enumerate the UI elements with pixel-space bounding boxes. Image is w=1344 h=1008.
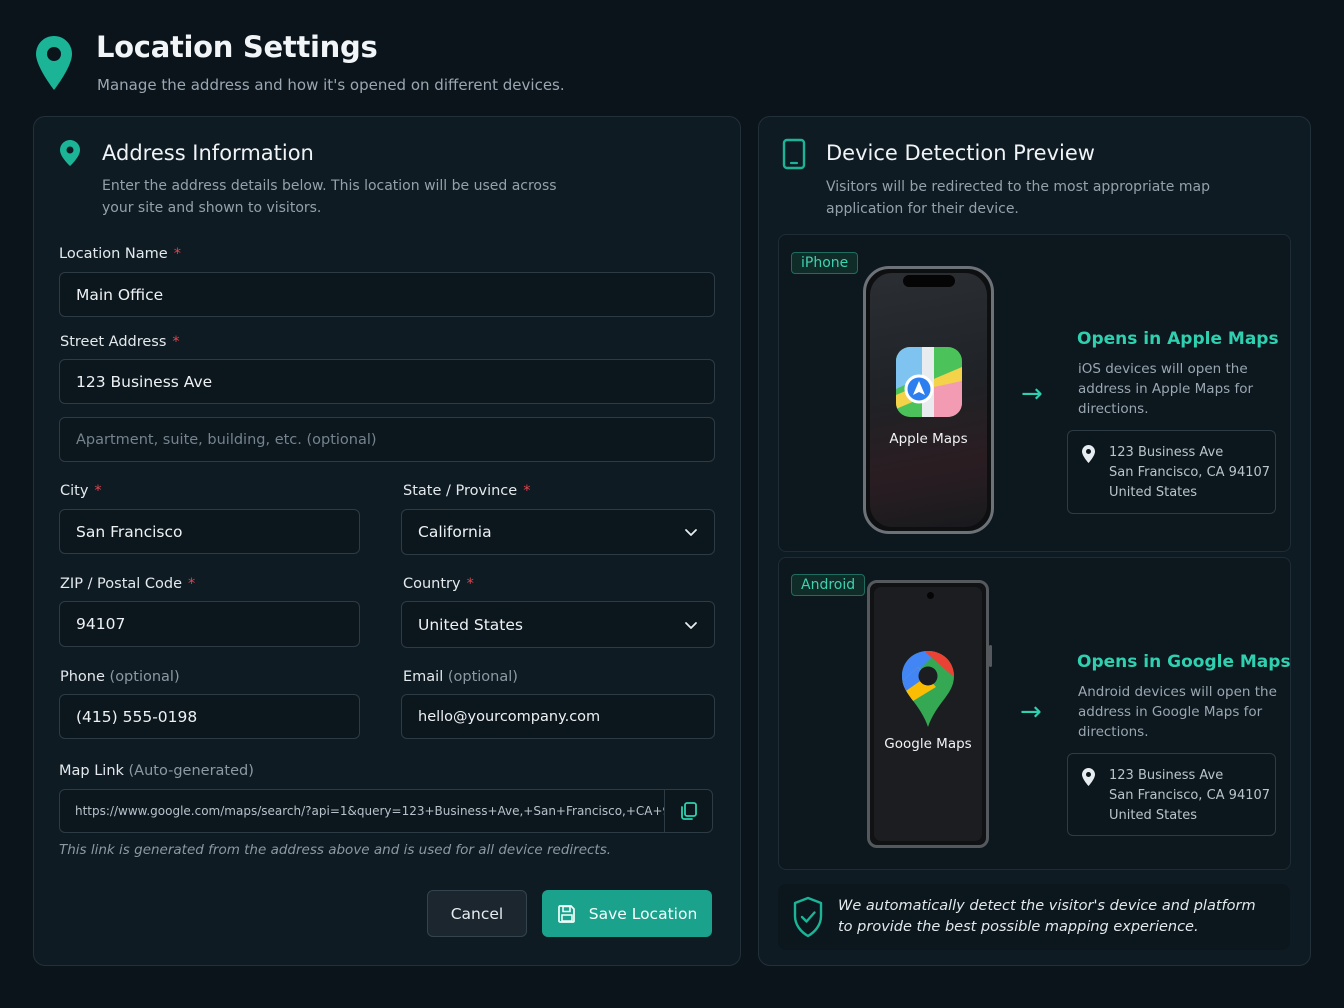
iphone-tag: iPhone [791, 252, 859, 274]
iphone-mockup: Apple Maps [863, 266, 994, 534]
address-line: San Francisco, CA 94107 [1109, 465, 1271, 480]
opens-in-apple-maps: Opens in Apple Maps [1077, 329, 1279, 349]
address-line: United States [1109, 808, 1198, 823]
map-pin-icon [60, 140, 80, 166]
opens-in-google-maps: Opens in Google Maps [1077, 652, 1291, 672]
map-link-field: https://www.google.com/maps/search/?api=… [59, 789, 713, 833]
country-select-value: United States [418, 615, 523, 634]
page-subtitle: Manage the address and how it's opened o… [97, 76, 565, 94]
save-location-label: Save Location [588, 904, 698, 923]
street-address-input[interactable]: 123 Business Ave [59, 359, 715, 404]
country-select[interactable]: United States [401, 601, 715, 648]
preview-panel-title: Device Detection Preview [826, 141, 1095, 165]
zip-input[interactable]: 94107 [59, 601, 360, 647]
country-label: Country * [403, 576, 474, 592]
save-location-button[interactable]: Save Location [542, 890, 712, 937]
map-link-url[interactable]: https://www.google.com/maps/search/?api=… [60, 804, 664, 818]
email-label: Email (optional) [403, 669, 518, 685]
save-icon [557, 904, 575, 923]
iphone-redirect-description: iOS devices will open the address in App… [1078, 361, 1254, 417]
arrow-right-icon: → [1020, 697, 1042, 727]
android-redirect-description: Android devices will open the address in… [1078, 684, 1277, 740]
shield-check-icon [793, 896, 823, 938]
map-link-hint: This link is generated from the address … [59, 842, 612, 858]
address-line: 123 Business Ave [1109, 445, 1224, 460]
arrow-right-icon: → [1021, 379, 1043, 409]
email-input[interactable]: hello@yourcompany.com [401, 694, 715, 739]
address-panel-description: Enter the address details below. This lo… [102, 178, 557, 216]
phone-label: Phone (optional) [60, 669, 180, 685]
street-address-label: Street Address * [60, 334, 180, 350]
apple-maps-icon [896, 347, 962, 417]
map-pin-icon [1082, 768, 1095, 786]
location-name-input[interactable]: Main Office [59, 272, 715, 317]
map-pin-icon [36, 36, 72, 90]
copy-icon [680, 802, 697, 820]
map-pin-icon [1082, 445, 1095, 463]
page-title: Location Settings [96, 30, 378, 64]
note-text: We automatically detect the visitor's de… [838, 898, 1256, 914]
map-link-label: Map Link (Auto-generated) [59, 763, 254, 779]
chevron-down-icon [685, 529, 697, 536]
cancel-button[interactable]: Cancel [427, 890, 527, 937]
iphone-address-card: 123 Business Ave San Francisco, CA 94107… [1067, 430, 1276, 514]
google-maps-label: Google Maps [884, 736, 972, 752]
address-line: San Francisco, CA 94107 [1109, 788, 1271, 803]
state-select[interactable]: California [401, 509, 715, 555]
state-select-value: California [418, 523, 492, 541]
apple-maps-label: Apple Maps [889, 431, 968, 447]
address-panel-title: Address Information [102, 141, 314, 165]
city-label: City * [60, 483, 102, 499]
city-input[interactable]: San Francisco [59, 509, 360, 554]
phone-device-icon [782, 138, 806, 170]
device-detection-note: We automatically detect the visitor's de… [778, 884, 1290, 950]
android-tag: Android [791, 574, 866, 596]
copy-link-button[interactable] [664, 790, 712, 832]
android-address-card: 123 Business Ave San Francisco, CA 94107… [1067, 753, 1276, 836]
address-line: 123 Business Ave [1109, 768, 1224, 783]
zip-label: ZIP / Postal Code * [60, 576, 196, 592]
android-mockup: Google Maps [867, 580, 992, 848]
address-line: United States [1109, 485, 1198, 500]
location-name-label: Location Name * [59, 246, 181, 262]
note-text: to provide the best possible mapping exp… [838, 919, 1199, 935]
chevron-down-icon [685, 621, 697, 629]
preview-panel-description: Visitors will be redirected to the most … [826, 179, 1210, 217]
street-address-line2-input[interactable]: Apartment, suite, building, etc. (option… [59, 417, 715, 462]
google-maps-icon [902, 651, 954, 727]
phone-input[interactable]: (415) 555-0198 [59, 694, 360, 739]
state-label: State / Province * [403, 483, 531, 499]
